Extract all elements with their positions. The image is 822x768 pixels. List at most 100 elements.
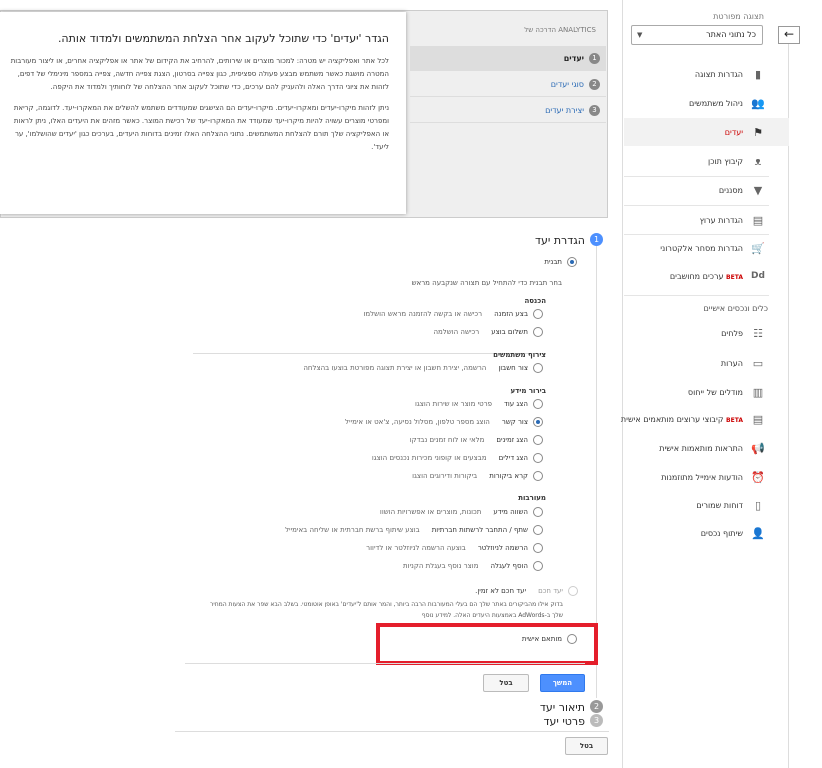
sidebar-item-calculated-metrics[interactable]: Dd ערכים מחושבים BETA: [624, 262, 769, 290]
personal-tools-heading: כלים ונכסים אישיים: [703, 304, 768, 313]
sidebar-item-label: שיתוף נכסים: [700, 528, 743, 538]
option-radio-place-order[interactable]: [533, 309, 543, 319]
option-label: השווה מידע: [493, 508, 528, 516]
option-radio-check-availability[interactable]: [533, 435, 543, 445]
help-tab-label: סוגי יעדים: [550, 79, 584, 89]
divider: [175, 731, 609, 732]
cancel-button[interactable]: בטל: [483, 674, 529, 692]
bottom-cancel-button[interactable]: בטל: [565, 737, 608, 755]
option-social-share: שתף / התחבר לרשתות חברתיות בוצע שיתוף ברש…: [200, 526, 528, 534]
smart-goal-description: בדוק אילו מהביקורים באתר שלך הם בעלי המע…: [209, 601, 563, 608]
sidebar-item-label: התראות מותאמות אישית: [659, 443, 743, 453]
help-tab-label: יעדים: [563, 53, 584, 63]
sidebar-item-label: פלחים: [721, 328, 743, 338]
option-radio-contact-us[interactable]: [533, 417, 543, 427]
sidebar-item-label-text: קיבוצי ערוצים מותאמים אישית: [620, 414, 724, 424]
option-radio-view-more[interactable]: [533, 399, 543, 409]
option-radio-payment-done[interactable]: [533, 327, 543, 337]
step-number: 2: [590, 700, 603, 713]
template-description: בחר תבנית כדי להתחיל עם תצורה שנקבעה מרא…: [411, 279, 562, 287]
help-header: הדרכה של ANALYTICS: [524, 26, 596, 34]
help-paragraph-line: או האפליקציה שלך תורם להצלחת המשתמשים. נ…: [14, 130, 389, 138]
option-radio-create-account[interactable]: [533, 363, 543, 373]
dd-icon: Dd: [751, 271, 765, 281]
help-tab-goal-types[interactable]: 2 סוגי יעדים: [410, 72, 606, 97]
option-add-to-cart: הוסף לעגלה מוצר נוסף בעגלת הקניות: [250, 562, 528, 570]
option-description: ביקורות ודירוגים הוצגו: [412, 472, 478, 480]
sidebar-item-attribution-models[interactable]: ▥ מודלים של ייחוס: [624, 378, 769, 406]
smart-goal-radio[interactable]: [568, 586, 578, 596]
view-label: תצוגה מפורטת: [713, 12, 764, 21]
sidebar-item-label: ניהול משתמשים: [688, 98, 743, 108]
sidebar-item-goals[interactable]: ⚑ יעדים: [624, 118, 769, 146]
share-user-icon: 👤: [751, 526, 765, 540]
group-heading-engagement: מעורבות: [518, 494, 546, 502]
option-radio-newsletter[interactable]: [533, 543, 543, 553]
sidebar-item-label: הגדרות מסחר אלקטרוני: [660, 243, 743, 253]
help-paragraph-line: המטרה מושגת כאשר משתמש מבצע פעולה ספציפי…: [17, 70, 389, 78]
sidebar-item-share-assets[interactable]: 👤 שיתוף נכסים: [624, 519, 769, 547]
cart-icon: 🛒: [751, 241, 765, 255]
back-button[interactable]: ←: [778, 26, 800, 44]
option-radio-social-share[interactable]: [533, 525, 543, 535]
sidebar-item-label: קיבוצי ערוצים מותאמים אישית BETA: [621, 415, 743, 424]
clock-icon: ⏰: [751, 470, 765, 484]
help-tab-goals[interactable]: 1 יעדים: [410, 46, 606, 71]
sidebar-item-filters[interactable]: ▼ מסננים: [624, 176, 769, 204]
option-label: הצג זמינים: [496, 436, 528, 444]
template-radio[interactable]: [567, 257, 577, 267]
sidebar-item-annotations[interactable]: ▭ הערות: [624, 349, 769, 377]
sidebar-item-label: הגדרות תצוגה: [694, 69, 743, 79]
option-description: הוצג מספר טלפון, מסלול נסיעה, צ'אט או אי…: [344, 418, 490, 426]
option-label: תשלום בוצע: [491, 328, 528, 336]
help-tab-number: 1: [589, 52, 600, 64]
group-heading-revenue: הכנסה: [524, 297, 546, 305]
divider: [788, 44, 789, 768]
annotation-icon: ▭: [752, 356, 764, 370]
sidebar-item-user-management[interactable]: 👥 ניהול משתמשים: [624, 89, 769, 117]
divider: [185, 663, 585, 664]
view-select[interactable]: ▼ כל נתוני האתר: [631, 25, 763, 45]
option-radio-add-to-cart[interactable]: [533, 561, 543, 571]
sidebar-item-label: הודעות אימייל מתוזמנות: [661, 472, 743, 482]
option-label: יעד חכם: [538, 587, 563, 595]
bar-chart-icon: ▥: [752, 385, 764, 399]
saved-report-icon: ▯: [754, 498, 762, 512]
sidebar-item-label: הגדרות ערוץ: [699, 215, 743, 225]
continue-button[interactable]: המשך: [540, 674, 585, 692]
option-radio-view-deals[interactable]: [533, 453, 543, 463]
option-read-reviews: קרא ביקורות ביקורות ודירוגים הוצגו: [250, 472, 528, 480]
help-tab-create-goals[interactable]: 3 יצירת יעדים: [410, 98, 606, 123]
help-tab-number: 3: [589, 104, 600, 116]
sidebar-item-view-settings[interactable]: ▮ הגדרות תצוגה: [624, 60, 769, 88]
option-label: הצג דילים: [498, 454, 528, 462]
option-description: מוצר נוסף בעגלת הקניות: [402, 562, 479, 570]
option-radio-compare-info[interactable]: [533, 507, 543, 517]
group-heading-inquiry: בירור מידע: [510, 387, 546, 395]
sidebar-item-custom-channel-groupings[interactable]: ▤ קיבוצי ערוצים מותאמים אישית BETA: [610, 405, 769, 433]
sidebar-item-label: מודלים של ייחוס: [687, 387, 743, 397]
sidebar-item-ecommerce-settings[interactable]: 🛒 הגדרות מסחר אלקטרוני: [624, 234, 769, 262]
option-check-availability: הצג זמינים מלאי או לוח זמנים נבדקו: [250, 436, 528, 444]
goal-description-title: תיאור יעד: [539, 701, 585, 714]
option-label: צור חשבון: [498, 364, 528, 372]
option-label: הצג עוד: [504, 400, 528, 408]
sidebar-item-channel-settings[interactable]: ▤ הגדרות ערוץ: [624, 206, 769, 234]
template-label: תבנית: [544, 258, 562, 266]
option-description: תכונות, מוצרים או אפשרויות הושוו: [379, 508, 482, 516]
sidebar-item-segments[interactable]: ☷ פלחים: [624, 319, 769, 347]
option-place-order: בצע הזמנה רכישה או בקשה להזמנה מראש הושלמ…: [250, 310, 528, 318]
help-tab-number: 2: [589, 78, 600, 90]
sidebar-item-label: יעדים: [724, 127, 743, 137]
option-radio-read-reviews[interactable]: [533, 471, 543, 481]
divider: [624, 295, 769, 296]
flag-icon: ⚑: [753, 125, 763, 139]
sidebar-item-custom-alerts[interactable]: 📢 התראות מותאמות אישית: [624, 434, 769, 462]
option-compare-info: השווה מידע תכונות, מוצרים או אפשרויות הוש…: [250, 508, 528, 516]
help-paragraph-line: לכל אתר ואפליקציה יש מטרה: למכור מוצרים …: [10, 57, 389, 65]
sidebar-item-scheduled-emails[interactable]: ⏰ הודעות אימייל מתוזמנות: [624, 463, 769, 491]
sidebar-item-saved-reports[interactable]: ▯ דוחות שמורים: [624, 491, 769, 519]
sidebar-item-content-grouping[interactable]: ᴥ קיבוץ תוכן: [624, 147, 769, 175]
option-label: קרא ביקורות: [489, 472, 528, 480]
option-label: שתף / התחבר לרשתות חברתיות: [431, 526, 528, 534]
